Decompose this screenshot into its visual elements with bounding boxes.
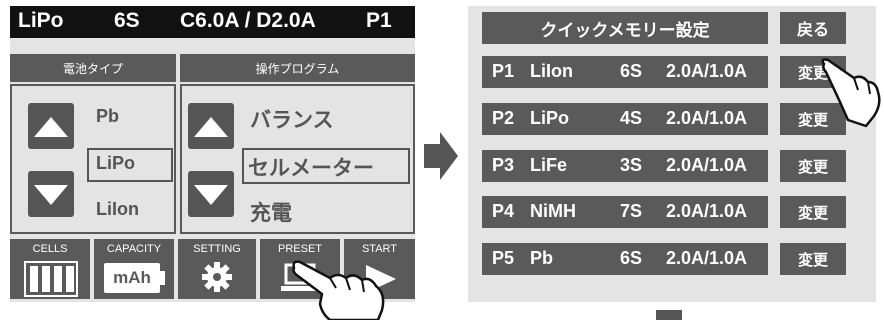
battery-type-down-button[interactable]: [28, 171, 74, 217]
preset-cells: 6S: [620, 61, 643, 81]
preset-current: 2.0A/1.0A: [666, 155, 748, 175]
capacity-battery-tip: [160, 271, 165, 285]
preset-chem: LiPo: [530, 108, 569, 128]
battery-type-header: 電池タイプ: [10, 54, 176, 82]
up-arrow-icon: [34, 117, 68, 137]
preset-id: P1: [492, 61, 515, 81]
program-down-button[interactable]: [188, 171, 234, 217]
down-arrow-icon: [34, 185, 68, 205]
program-header: 操作プログラム: [180, 54, 415, 82]
battery-type-up-button[interactable]: [28, 103, 74, 149]
change-button-p3[interactable]: 変更: [780, 150, 846, 182]
change-button-p4[interactable]: 変更: [780, 196, 846, 228]
preset-id: P3: [492, 155, 515, 175]
battery-type-box: Pb LiPo LiIon: [10, 84, 176, 234]
preset-cells: 3S: [620, 155, 643, 175]
program-option-charge[interactable]: 充電: [250, 197, 292, 227]
battery-option-pb[interactable]: Pb: [96, 106, 119, 127]
preset-chem: LiIon: [530, 61, 573, 81]
setting-label: SETTING: [193, 243, 241, 255]
quick-memory-title: クイックメモリー設定: [482, 12, 768, 44]
preset-cells: 7S: [620, 201, 643, 221]
preset-id: P4: [492, 201, 515, 221]
program-option-balance[interactable]: バランス: [250, 104, 334, 134]
cells-button[interactable]: CELLS: [10, 239, 90, 299]
right-arrow-icon: [424, 132, 458, 180]
capacity-unit: mAh: [104, 263, 160, 293]
preset-current: 2.0A/1.0A: [666, 248, 748, 268]
preset-row-p4[interactable]: P4 NiMH 7S 2.0A/1.0A: [482, 196, 768, 228]
back-button[interactable]: 戻る: [780, 12, 846, 44]
pointing-hand-icon: [821, 58, 881, 128]
battery-icon: [24, 261, 78, 297]
preset-row-p3[interactable]: P3 LiFe 3S 2.0A/1.0A: [482, 150, 768, 182]
capacity-button[interactable]: CAPACITY mAh: [94, 239, 174, 299]
preset-row-p2[interactable]: P2 LiPo 4S 2.0A/1.0A: [482, 103, 768, 135]
preset-row-p5[interactable]: P5 Pb 6S 2.0A/1.0A: [482, 243, 768, 275]
preset-current: 2.0A/1.0A: [666, 61, 748, 81]
preset-cells: 4S: [620, 108, 643, 128]
cells-label: CELLS: [32, 243, 68, 255]
program-up-button[interactable]: [188, 103, 234, 149]
down-arrow-icon: [194, 185, 228, 205]
battery-option-lipo[interactable]: LiPo: [96, 153, 135, 174]
status-bar: LiPo 6S C6.0A / D2.0A P1: [10, 6, 415, 38]
setting-button[interactable]: SETTING: [178, 239, 256, 299]
preset-row-p1[interactable]: P1 LiIon 6S 2.0A/1.0A: [482, 56, 768, 88]
preset-chem: NiMH: [530, 201, 576, 221]
quick-memory-screen: クイックメモリー設定 戻る P1 LiIon 6S 2.0A/1.0A 変更 P…: [468, 6, 876, 302]
start-label: START: [361, 243, 398, 255]
preset-cells: 6S: [620, 248, 643, 268]
status-current: C6.0A / D2.0A: [180, 9, 316, 32]
status-chemistry: LiPo: [18, 9, 64, 32]
change-button-p5[interactable]: 変更: [780, 243, 846, 275]
status-preset: P1: [366, 9, 392, 32]
preset-id: P2: [492, 108, 515, 128]
status-cells: 6S: [114, 9, 140, 32]
preset-current: 2.0A/1.0A: [666, 201, 748, 221]
gear-icon: [202, 262, 232, 292]
up-arrow-icon: [194, 117, 228, 137]
preset-chem: Pb: [530, 248, 554, 268]
battery-option-liion[interactable]: LiIon: [96, 199, 139, 220]
preset-label: PRESET: [277, 243, 322, 255]
preset-chem: LiFe: [530, 155, 568, 175]
down-arrow-marker: [656, 310, 682, 320]
program-box: バランス セルメーター 充電: [180, 84, 415, 234]
capacity-label: CAPACITY: [106, 243, 162, 255]
preset-id: P5: [492, 248, 515, 268]
program-option-cellmeter[interactable]: セルメーター: [248, 152, 374, 182]
preset-current: 2.0A/1.0A: [666, 108, 748, 128]
pointing-hand-icon: [292, 260, 385, 320]
